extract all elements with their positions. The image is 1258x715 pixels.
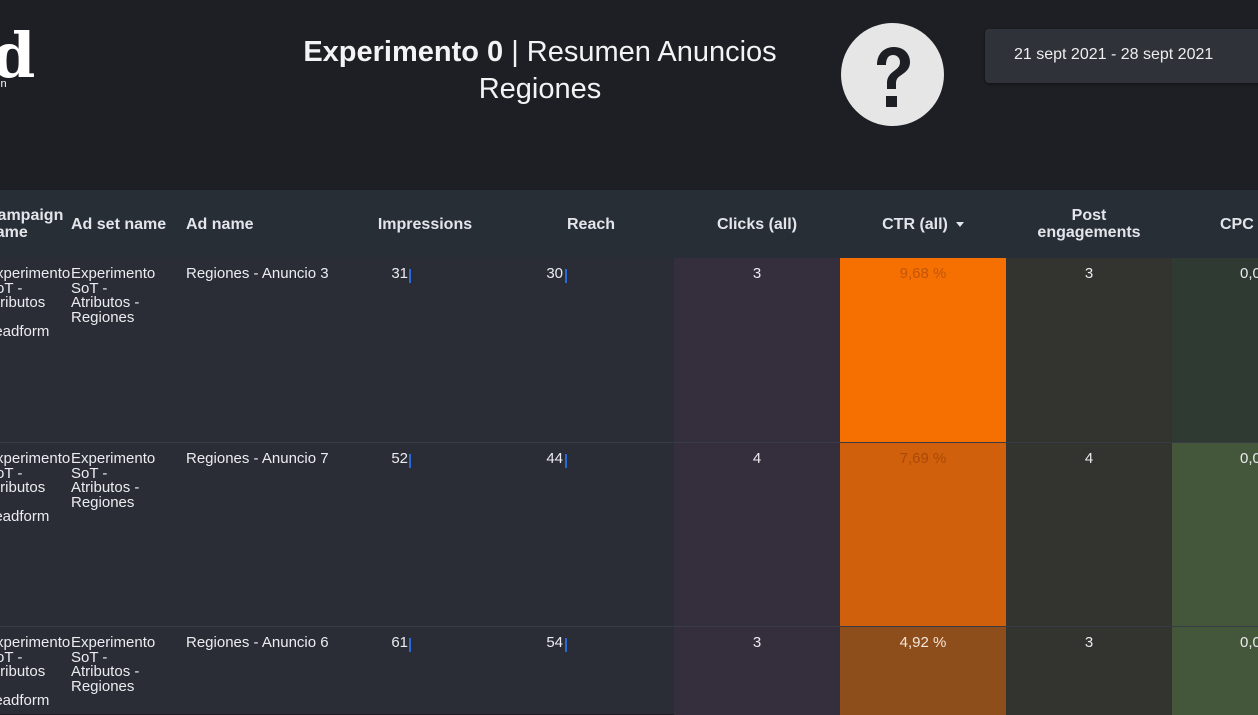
logo-subtext: ign — [0, 78, 7, 90]
cell-ad-name: Regiones - Anuncio 3 — [186, 265, 329, 282]
cell-impressions: 52 — [342, 443, 508, 627]
reach-bar — [565, 454, 567, 468]
table-body: Experimento SoT - Atributos - Leadform E… — [0, 258, 1258, 715]
table-row[interactable]: Experimento SoT - Atributos - Leadform E… — [0, 626, 1258, 715]
cell-cpc: 0,0 — [1172, 627, 1258, 715]
date-range-picker[interactable]: 21 sept 2021 - 28 sept 2021 — [985, 29, 1258, 83]
column-header-adset[interactable]: Ad set name — [71, 190, 171, 258]
question-mark-icon[interactable] — [841, 23, 944, 126]
column-header-post-engagements[interactable]: Post engagements — [1006, 190, 1172, 258]
reach-bar — [565, 638, 567, 652]
impressions-bar — [409, 638, 411, 652]
cell-clicks: 3 — [674, 258, 840, 442]
cell-reach: 30 — [508, 258, 674, 442]
column-header-reach[interactable]: Reach — [508, 190, 674, 258]
cell-reach: 54 — [508, 627, 674, 715]
reach-bar — [565, 269, 567, 283]
cell-adset: Experimento SoT - Atributos - Regiones — [71, 450, 156, 511]
column-header-ctr[interactable]: CTR (all) — [840, 190, 1006, 258]
column-header-impressions[interactable]: Impressions — [342, 190, 508, 258]
table-row[interactable]: Experimento SoT - Atributos - Leadform E… — [0, 442, 1258, 627]
cell-clicks: 3 — [674, 627, 840, 715]
cell-adset: Experimento SoT - Atributos - Regiones — [71, 634, 156, 695]
sort-desc-icon[interactable] — [955, 221, 964, 227]
cell-campaign: Experimento SoT - Atributos - Leadform — [0, 634, 71, 709]
ads-table: Campaign name Ad set name Ad name Impres… — [0, 190, 1258, 715]
cell-ctr: 7,69 % — [840, 443, 1006, 627]
cell-campaign: Experimento SoT - Atributos - Leadform — [0, 265, 71, 340]
cell-post-engagements: 3 — [1006, 627, 1172, 715]
column-header-ad-name[interactable]: Ad name — [186, 190, 336, 258]
column-header-campaign[interactable]: Campaign name — [0, 190, 66, 258]
title-bold: Experimento 0 — [303, 36, 504, 68]
column-header-cpc[interactable]: CPC ( — [1220, 190, 1258, 258]
impressions-bar — [409, 454, 411, 468]
cell-cpc: 0,0 — [1172, 443, 1258, 627]
cell-adset: Experimento SoT - Atributos - Regiones — [71, 265, 156, 326]
cell-post-engagements: 4 — [1006, 443, 1172, 627]
page-title: Experimento 0 | Resumen Anuncios Regione… — [270, 34, 810, 108]
cell-ad-name: Regiones - Anuncio 6 — [186, 634, 329, 651]
cell-ctr: 9,68 % — [840, 258, 1006, 442]
table-header: Campaign name Ad set name Ad name Impres… — [0, 190, 1258, 258]
title-rest: | Resumen Anuncios Regiones — [478, 36, 777, 105]
report-header: d ign Experimento 0 | Resumen Anuncios R… — [0, 0, 1258, 190]
table-row[interactable]: Experimento SoT - Atributos - Leadform E… — [0, 258, 1258, 442]
column-header-clicks[interactable]: Clicks (all) — [674, 190, 840, 258]
cell-ad-name: Regiones - Anuncio 7 — [186, 450, 329, 467]
cell-clicks: 4 — [674, 443, 840, 627]
impressions-bar — [409, 269, 411, 283]
cell-impressions: 61 — [342, 627, 508, 715]
cell-ctr: 4,92 % — [840, 627, 1006, 715]
cell-cpc: 0,0 — [1172, 258, 1258, 442]
cell-reach: 44 — [508, 443, 674, 627]
brand-logo: d ign — [0, 26, 44, 96]
cell-campaign: Experimento SoT - Atributos - Leadform — [0, 450, 71, 525]
cell-impressions: 31 — [342, 258, 508, 442]
cell-post-engagements: 3 — [1006, 258, 1172, 442]
date-range-label: 21 sept 2021 - 28 sept 2021 — [1014, 46, 1214, 63]
